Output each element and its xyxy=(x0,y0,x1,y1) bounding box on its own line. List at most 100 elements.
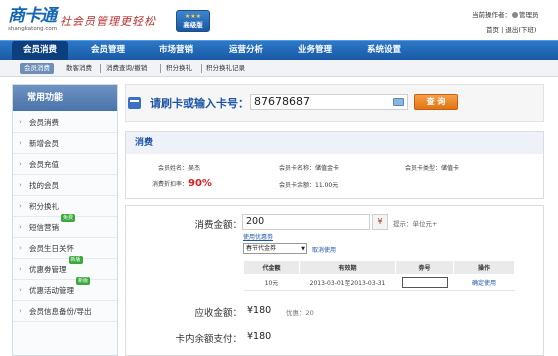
card-pay-value: ¥180 xyxy=(247,331,272,342)
sidebar-item-promo-manage[interactable]: › 优惠活动管理新版 xyxy=(13,277,117,301)
coupon-amount: 10元 xyxy=(243,274,300,291)
slogan: 社会员管理更轻松 xyxy=(60,15,156,28)
subnav-points-gift-record[interactable]: 积分换礼记录 xyxy=(206,63,245,74)
query-button[interactable]: 查 询 xyxy=(414,94,458,110)
card-number-input[interactable]: 87678687 xyxy=(250,94,408,110)
discount-label: 消费折扣率： xyxy=(152,181,189,188)
home-link[interactable]: 首页 xyxy=(486,26,499,34)
nav-member-manage[interactable]: 会员管理 xyxy=(80,41,136,61)
subnav-consume-query[interactable]: 消费查询/撤销 xyxy=(106,63,147,74)
header: 商卡通 shangkatong.com 社会员管理更轻松 ★★★ 高级版 当前操… xyxy=(0,0,558,40)
receivable-value: ¥180 xyxy=(247,305,272,316)
chevron-right-icon: › xyxy=(19,223,22,231)
unit-hint: 提示：单位元+ xyxy=(393,220,438,228)
brand-name: 商卡通 xyxy=(8,6,57,26)
edition-label: 高级版 xyxy=(183,21,203,29)
subnav-member-consume[interactable]: 会员消费 xyxy=(20,63,54,74)
cancel-coupon-link[interactable]: 取消使用 xyxy=(312,245,336,254)
sidebar-item-coupon-manage[interactable]: › 优惠劵管理新版 xyxy=(13,256,117,280)
subnav-points-gift[interactable]: 积分换礼 xyxy=(166,63,192,74)
operator-name: 管理员 xyxy=(519,11,539,19)
card-name-field: 会员卡名称：储值金卡 xyxy=(279,163,339,172)
nav-business[interactable]: 业务管理 xyxy=(287,41,343,61)
chevron-down-icon: ▼ xyxy=(301,246,305,252)
receivable-label: 应收金额： xyxy=(194,308,242,319)
nav-analysis[interactable]: 运营分析 xyxy=(218,41,274,61)
sidebar-item-backup-export[interactable]: › 会员信息备份/导出 xyxy=(13,301,117,322)
column-header: 有效期 xyxy=(299,260,396,275)
sidebar-item-birthday-care[interactable]: › 会员生日关怀 xyxy=(13,238,117,259)
sidebar-item-find-member[interactable]: › 找的会员 xyxy=(13,175,117,196)
chevron-right-icon: › xyxy=(19,160,22,168)
brand-logo[interactable]: 商卡通 shangkatong.com xyxy=(8,6,58,34)
table-header-row: 代金额 有效期 劵号 操作 xyxy=(243,260,515,275)
chevron-right-icon: › xyxy=(19,181,22,189)
coupon-table: 代金额 有效期 劵号 操作 10元 2013-03-01至2013-03-31 … xyxy=(243,260,515,291)
card-input-label: 请刷卡或输入卡号： xyxy=(150,97,249,110)
sidebar-item-sms-marketing[interactable]: › 短信营销免费 xyxy=(13,214,117,238)
logout-link[interactable]: 退出(下班) xyxy=(505,26,536,34)
chevron-right-icon: › xyxy=(19,244,22,252)
member-name-value: 吴杰 xyxy=(188,165,201,172)
table-row: 10元 2013-03-01至2013-03-31 确定使用 xyxy=(243,274,515,291)
sub-nav: 会员消费 散客消费 消费查询/撤销 积分换礼 积分换礼记录 xyxy=(0,60,558,77)
sidebar-item-label: 短信营销 xyxy=(29,223,59,232)
subnav-divider xyxy=(160,64,161,73)
sidebar-item-member-consume[interactable]: › 会员消费 xyxy=(13,112,117,133)
confirm-use-link[interactable]: 确定使用 xyxy=(472,280,496,287)
coupon-code-input[interactable] xyxy=(401,277,448,288)
subnav-walkin-consume[interactable]: 散客消费 xyxy=(66,63,92,74)
coupon-select[interactable]: 春节代金券 ▼ xyxy=(243,243,307,254)
sidebar-item-label: 会员充值 xyxy=(29,160,59,169)
coupon-select-value: 春节代金券 xyxy=(246,245,277,252)
chevron-right-icon: › xyxy=(19,307,22,315)
user-icon xyxy=(512,12,518,18)
sidebar-item-label: 找的会员 xyxy=(29,181,59,190)
sidebar-item-recharge[interactable]: › 会员充值 xyxy=(13,154,117,175)
nav-marketing[interactable]: 市场营销 xyxy=(148,41,204,61)
balance-field: 会员卡余额：11.00元 xyxy=(279,180,338,189)
operator-label: 当前操作者： xyxy=(472,11,511,19)
free-badge: 免费 xyxy=(61,214,76,222)
subnav-divider xyxy=(201,64,202,73)
sidebar-item-label: 积分换礼 xyxy=(29,202,59,211)
chevron-right-icon: › xyxy=(19,118,22,126)
subnav-divider xyxy=(100,64,101,73)
amount-label: 消费金额： xyxy=(194,220,242,231)
card-type-field: 会员卡类型：储值卡 xyxy=(405,163,459,172)
sidebar-item-label: 会员生日关怀 xyxy=(29,244,74,253)
card-reader-icon[interactable] xyxy=(393,98,404,106)
member-name-field: 会员姓名：吴杰 xyxy=(158,163,200,172)
nav-settings[interactable]: 系统设置 xyxy=(356,41,412,61)
chevron-right-icon: › xyxy=(19,202,22,210)
sidebar-title: 常用功能 xyxy=(13,85,117,111)
use-coupon-link[interactable]: 使用优惠劵 xyxy=(243,232,273,241)
chevron-right-icon: › xyxy=(19,139,22,147)
sidebar-item-label: 新增会员 xyxy=(29,139,59,148)
calculator-icon[interactable]: ¥ xyxy=(372,214,388,230)
column-header: 操作 xyxy=(453,260,515,275)
sidebar-item-label: 会员信息备份/导出 xyxy=(29,307,92,316)
coupon-validity: 2013-03-01至2013-03-31 xyxy=(299,274,396,291)
star-icon: ★★★ xyxy=(184,13,202,20)
main-nav: 会员消费 会员管理 市场营销 运营分析 业务管理 系统设置 xyxy=(0,40,558,61)
coupon-action-cell: 确定使用 xyxy=(453,274,515,291)
sidebar: 常用功能 › 会员消费 › 新增会员 › 会员充值 › 找的会员 › 积分换礼 › 短信营销… xyxy=(12,84,118,356)
coupon-code-cell xyxy=(395,274,454,291)
operator-info: 当前操作者： 管理员 xyxy=(472,9,539,19)
discount-note: 优惠：20 xyxy=(286,309,314,317)
chevron-right-icon: › xyxy=(19,286,22,294)
new-badge: 新版 xyxy=(76,277,91,285)
card-pay-label: 卡内余额支付： xyxy=(175,334,242,345)
new-badge: 新版 xyxy=(68,256,83,264)
card-type-value: 储值卡 xyxy=(441,165,460,172)
column-header: 代金额 xyxy=(243,260,300,275)
discount-field: 消费折扣率：90% xyxy=(152,178,212,189)
nav-member-consume[interactable]: 会员消费 xyxy=(12,41,68,61)
consume-title: 消费 xyxy=(126,132,543,154)
top-links: 首页 | 退出(下班) xyxy=(486,24,536,34)
balance-label: 会员卡余额： xyxy=(279,182,316,189)
sidebar-item-add-member[interactable]: › 新增会员 xyxy=(13,133,117,154)
link-separator: | xyxy=(501,26,504,34)
amount-input[interactable]: 200 xyxy=(242,214,370,230)
